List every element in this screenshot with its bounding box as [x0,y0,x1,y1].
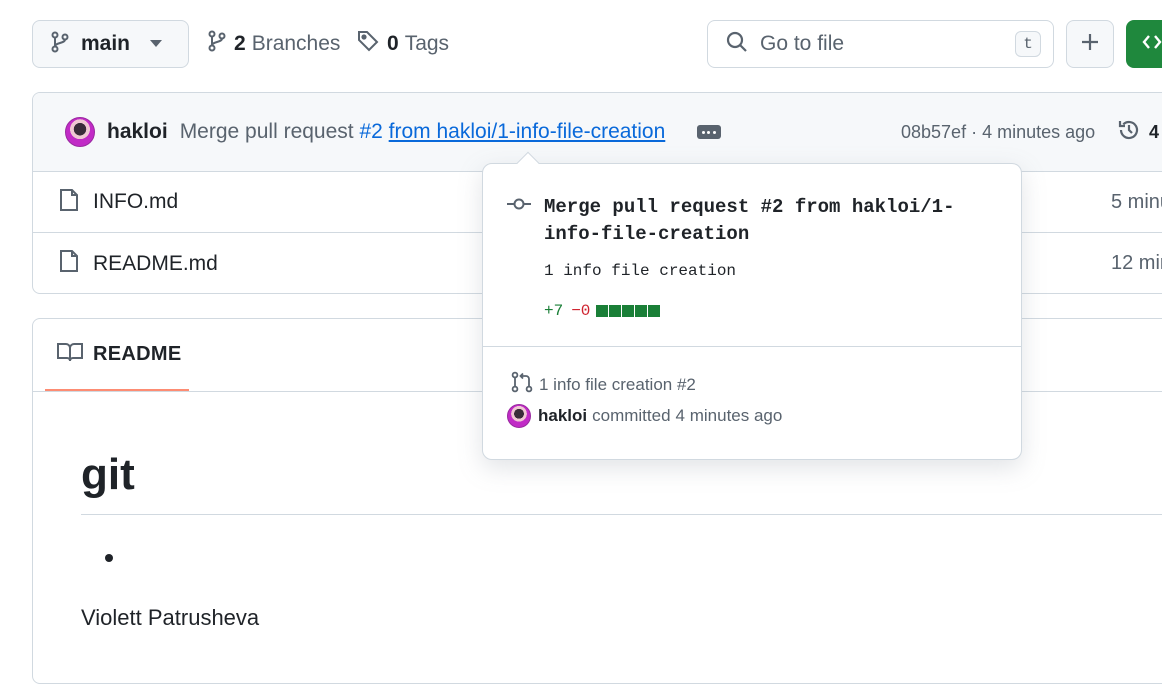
file-icon [59,249,79,278]
popover-commit-title[interactable]: Merge pull request #2 from hakloi/1-info… [544,194,984,248]
diffstat-block [648,305,661,317]
search-placeholder: Go to file [760,32,845,55]
file-name[interactable]: INFO.md [93,190,178,214]
diffstat: +7 −0 [544,302,661,320]
avatar[interactable] [507,404,531,428]
search-icon [726,31,748,58]
branch-selector-button[interactable]: main [32,20,189,68]
repo-page: main 2 Branches 0 Tags Go to file t hakl… [0,0,1162,698]
go-to-file-input[interactable]: Go to file t [707,20,1054,68]
time-separator: · [966,122,983,142]
plus-icon [1080,32,1100,57]
tags-count: 0 [387,32,399,55]
latest-commit-row: hakloi Merge pull request #2 from hakloi… [33,93,1162,172]
committed-time: 4 minutes ago [675,406,783,425]
commit-message: Merge pull request #2 from hakloi/1-info… [180,120,666,144]
branches-link[interactable]: 2 Branches [208,20,340,68]
git-branch-icon [51,31,69,58]
readme-paragraph: Violett Patrusheva [81,605,260,630]
git-commit-icon [507,197,531,216]
diffstat-block [596,305,609,317]
history-icon [1117,118,1149,147]
commit-sha[interactable]: 08b57ef [901,122,966,143]
readme-tab-label: README [93,342,182,365]
divider [483,346,1021,347]
file-time: 5 minutes ago [1111,190,1162,213]
history-count: 4 [1149,122,1160,142]
pr-link[interactable]: #2 [359,120,382,143]
code-icon [1142,32,1162,57]
commit-author[interactable]: hakloi [107,120,168,144]
committed-label: committed [592,406,671,425]
branches-label: Branches [251,32,341,55]
tags-label: Tags [404,32,450,55]
commit-history-link[interactable]: 4 [1117,93,1159,172]
diffstat-block [622,305,635,317]
deletions-count: −0 [571,302,591,320]
tag-icon [357,30,387,58]
avatar[interactable] [65,117,95,147]
commit-message-link[interactable]: from hakloi/1-info-file-creation [389,120,666,143]
diffstat-block [635,305,648,317]
popover-pr-link[interactable]: 1 info file creation #2 [511,371,696,398]
book-icon [57,342,83,367]
readme-heading: git [81,450,135,499]
branches-count: 2 [234,32,246,55]
diffstat-bar [596,305,661,317]
git-branch-icon [208,30,234,58]
commit-details-toggle[interactable] [697,125,721,139]
git-pull-request-icon [511,371,533,398]
tab-readme[interactable]: README [45,319,189,392]
tags-link[interactable]: 0 Tags [357,20,449,68]
file-name[interactable]: README.md [93,252,218,276]
commit-popover: Merge pull request #2 from hakloi/1-info… [482,151,1022,460]
divider [81,514,1162,515]
committer-name[interactable]: hakloi [538,406,587,426]
shortcut-key: t [1015,31,1041,57]
file-time: 12 minutes ago [1111,252,1162,274]
popover-commit-description: 1 info file creation [544,262,737,280]
additions-count: +7 [544,302,564,320]
file-icon [59,188,79,217]
branch-name: main [81,32,131,55]
pr-label: 1 info file creation #2 [539,374,696,394]
commit-sha-time: 08b57ef · 4 minutes ago [901,93,1095,172]
code-button[interactable] [1126,20,1162,68]
list-bullet [105,554,113,562]
commit-message-prefix: Merge pull request [179,120,354,143]
diffstat-block [609,305,622,317]
commit-time: 4 minutes ago [982,122,1096,142]
add-file-button[interactable] [1066,20,1114,68]
chevron-down-icon [150,35,163,53]
popover-committer: hakloi committed 4 minutes ago [507,404,782,428]
